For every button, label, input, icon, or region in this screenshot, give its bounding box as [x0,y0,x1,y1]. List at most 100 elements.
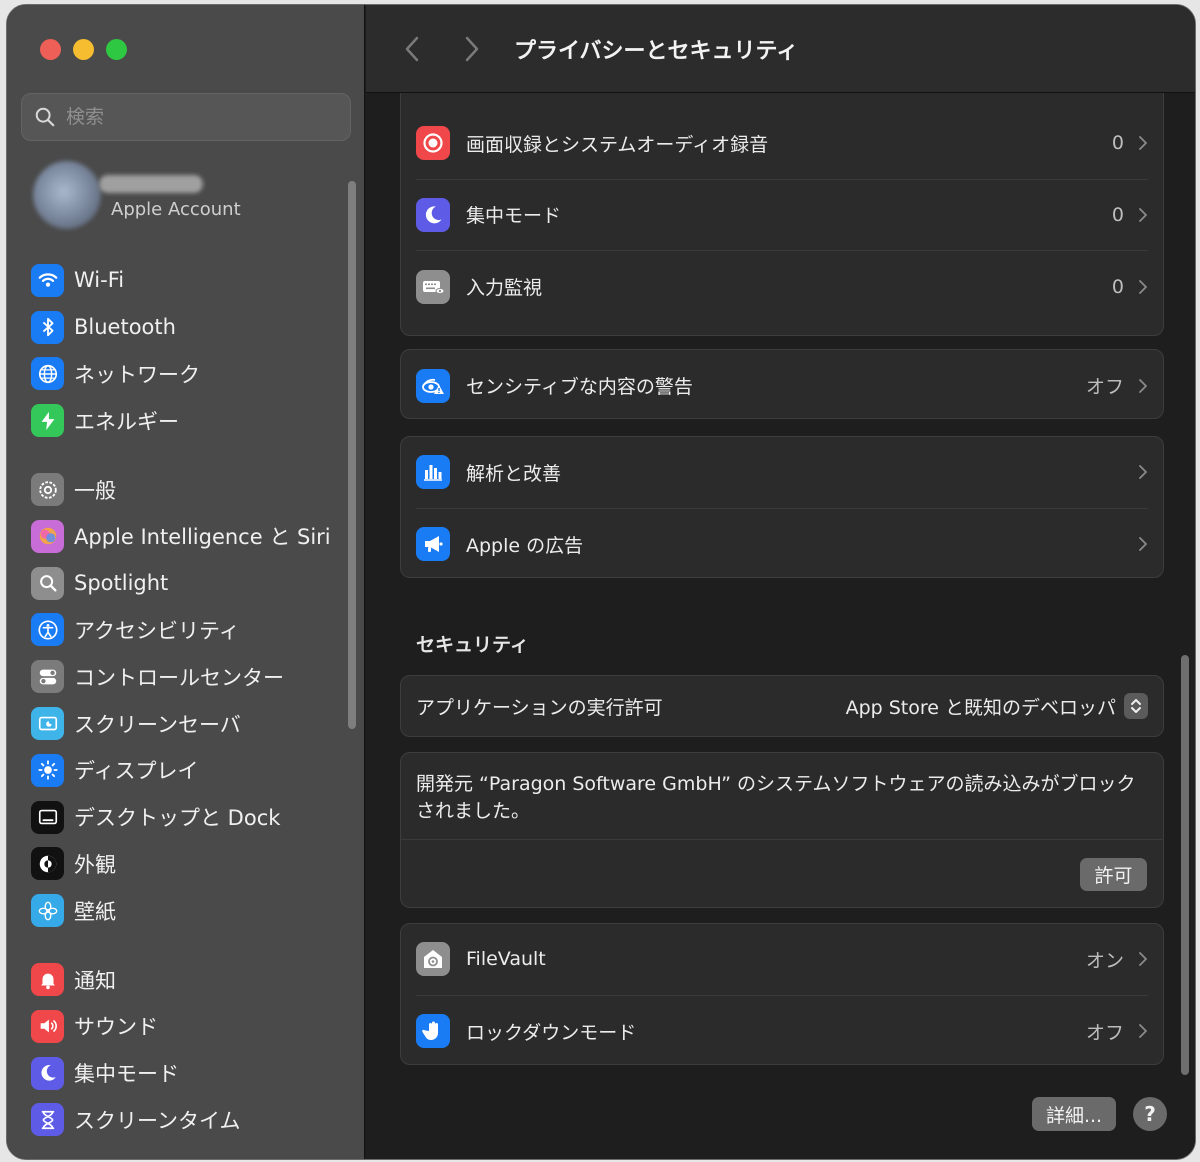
row-value: 0 [1111,275,1124,298]
row-value: オン [1085,949,1124,972]
toolbar: プライバシーとセキュリティ [366,5,1195,93]
blocked-software-card: 開発元 “Paragon Software GmbH” のシステムソフトウェアの… [400,752,1164,908]
search-input[interactable] [66,106,306,128]
sidebar-item-dock[interactable]: デスクトップと Dock [31,794,351,841]
megaphone-icon [425,536,443,553]
magnifier-icon [39,575,57,592]
row-value: オフ [1085,1021,1124,1044]
settings-row-eye-warning[interactable]: センシティブな内容の警告 オフ [416,350,1148,422]
settings-row-filevault[interactable]: FileVault オン [416,924,1148,996]
row-label: センシティブな内容の警告 [466,376,693,399]
sidebar-icon [31,894,64,928]
sidebar-item-label: エネルギー [74,409,179,434]
apple-account-item[interactable]: Apple Account [31,161,351,231]
siri-icon [39,528,56,545]
row-label: ロックダウンモード [466,1021,637,1044]
sidebar-item-label: 壁紙 [74,899,116,924]
sidebar-item-bolt[interactable]: エネルギー [31,397,351,444]
main-scrollbar[interactable] [1181,655,1189,1075]
sidebar: Apple Account Wi-Fi Bluetooth ネットワークエネルギー一… [7,5,365,1159]
close-window-button[interactable] [40,39,61,60]
row-icon [416,269,450,304]
sidebar-group: Wi-Fi Bluetooth ネットワークエネルギー [31,257,351,444]
chevron-right-icon [1139,279,1147,294]
sidebar-item-bell[interactable]: 通知 [31,956,351,1003]
sidebar-item-label: スクリーンセーバ [74,712,241,737]
popup-stepper[interactable] [1124,693,1148,719]
sidebar-icon [31,1103,64,1137]
chevron-right-icon [1139,136,1147,151]
hand-icon [422,1021,438,1041]
settings-row-record[interactable]: 画面収録とシステムオーディオ録音 0 [416,108,1148,180]
row-icon [416,126,450,161]
sidebar-icon [31,847,64,881]
settings-row-megaphone[interactable]: Apple の広告 [416,509,1148,581]
sidebar-icon [31,519,64,553]
settings-window: Apple Account Wi-Fi Bluetooth ネットワークエネルギー一… [6,4,1196,1160]
sidebar-item-wifi[interactable]: Wi-Fi [31,257,351,304]
row-label: FileVault [466,948,546,971]
moon-icon [40,1065,56,1081]
sidebar-item-bluetooth[interactable]: Bluetooth [31,304,351,351]
allow-apps-label: アプリケーションの実行許可 [416,696,663,719]
sidebar-item-label: Spotlight [74,571,169,596]
flower-icon [38,901,57,921]
privacy-card: 画面収録とシステムオーディオ録音 0 集中モード 0 入力監視 0 [400,93,1164,336]
details-button[interactable]: 詳細... [1032,1097,1116,1131]
toggles-icon [39,669,56,685]
sidebar-icon [31,800,64,834]
row-icon [416,368,450,403]
settings-row-hand[interactable]: ロックダウンモード オフ [416,996,1148,1068]
sidebar-item-speaker[interactable]: サウンド [31,1003,351,1050]
sidebar-item-siri[interactable]: Apple Intelligence と Siri [31,513,351,560]
sidebar-item-label: 外観 [74,852,116,877]
chevron-right-icon [1139,465,1147,480]
security-card: FileVault オンロックダウンモード オフ [400,923,1164,1065]
dock-icon [38,809,57,825]
minimize-window-button[interactable] [73,39,94,60]
sidebar-item-hourglass[interactable]: スクリーンタイム [31,1097,351,1144]
sidebar-item-magnifier[interactable]: Spotlight [31,560,351,607]
allow-button[interactable]: 許可 [1080,858,1147,891]
search-field[interactable] [21,93,351,141]
sidebar-group: 一般 Apple Intelligence と Siri Spotlight アクセシ… [31,466,351,934]
row-label: Apple の広告 [466,534,584,557]
sidebar-scrollbar[interactable] [348,181,356,729]
sidebar-item-globe[interactable]: ネットワーク [31,351,351,398]
sidebar-icon [31,310,64,344]
eye-warning-icon [422,378,444,394]
sidebar-item-moon[interactable]: 集中モード [31,1050,351,1097]
settings-row-chart-bars[interactable]: 解析と改善 [416,437,1148,509]
sidebar-icon [31,707,64,741]
sun-icon [37,760,58,780]
sidebar-item-toggles[interactable]: コントロールセンター [31,653,351,700]
sidebar-item-gear[interactable]: 一般 [31,466,351,513]
sidebar-item-accessibility[interactable]: アクセシビリティ [31,607,351,654]
speaker-icon [40,1019,57,1033]
chevron-right-icon [1139,1024,1147,1039]
sidebar-item-label: 集中モード [74,1062,179,1087]
security-section-title: セキュリティ [416,634,529,656]
back-button[interactable] [398,31,426,67]
zoom-window-button[interactable] [106,39,127,60]
row-label: 集中モード [466,205,562,228]
sidebar-icon [31,753,64,787]
sidebar-item-flower[interactable]: 壁紙 [31,887,351,934]
sidebar-item-sun[interactable]: ディスプレイ [31,747,351,794]
sidebar-item-screensaver[interactable]: スクリーンセーバ [31,700,351,747]
moon-icon [425,206,442,224]
settings-row-moon[interactable]: 集中モード 0 [416,180,1148,251]
help-button[interactable]: ? [1133,1097,1167,1131]
analytics-card: 解析と改善 Apple の広告 [400,436,1164,578]
sidebar-item-appearance[interactable]: 外観 [31,841,351,888]
sidebar-icon [31,963,64,997]
avatar [33,161,101,229]
row-label: 画面収録とシステムオーディオ録音 [466,133,769,156]
forward-button[interactable] [458,31,486,67]
chevron-right-icon [1139,952,1147,967]
chevron-right-icon [1139,537,1147,552]
filevault-icon [424,950,442,969]
settings-row-keyboard-eye[interactable]: 入力監視 0 [416,251,1148,323]
sidebar-icon [31,1009,64,1043]
allow-apps-select[interactable]: App Store と既知のデベロッパ [846,693,1116,720]
